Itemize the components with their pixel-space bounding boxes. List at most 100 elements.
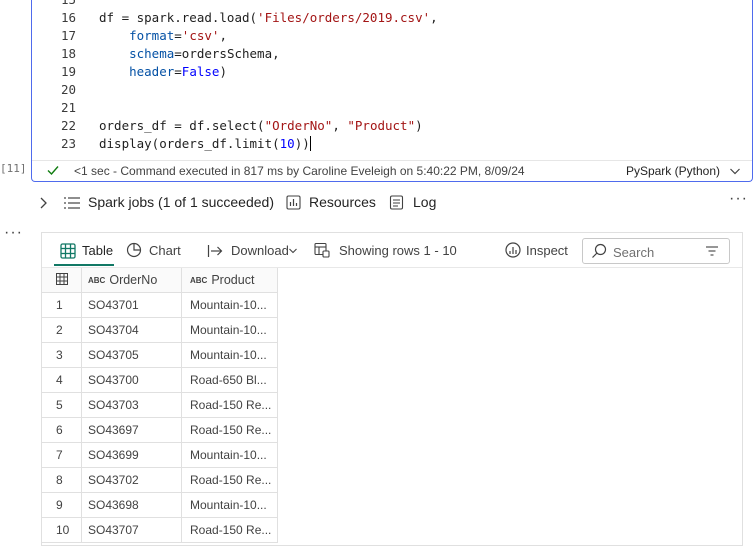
row-number-cell: 7 bbox=[42, 443, 82, 468]
code-text[interactable]: display(orders_df.limit(10)) bbox=[99, 135, 311, 153]
string-type-icon: ABC bbox=[190, 276, 208, 285]
active-tab-indicator bbox=[54, 264, 114, 266]
row-number-cell: 3 bbox=[42, 343, 82, 368]
line-number: 21 bbox=[60, 100, 76, 115]
table-row[interactable]: 3 SO43705 Mountain-10... bbox=[42, 343, 278, 368]
code-line[interactable]: 18 schema=ordersSchema, bbox=[32, 45, 752, 63]
column-header-orderno[interactable]: ABC OrderNo bbox=[82, 268, 182, 293]
filter-icon[interactable] bbox=[705, 244, 719, 258]
product-cell[interactable]: Mountain-10... bbox=[182, 493, 278, 518]
code-line[interactable]: 19 header=False) bbox=[32, 63, 752, 81]
code-line[interactable]: 21 bbox=[32, 99, 752, 117]
search-input[interactable]: Search bbox=[582, 238, 730, 264]
orderno-cell[interactable]: SO43707 bbox=[82, 518, 182, 543]
orderno-cell[interactable]: SO43705 bbox=[82, 343, 182, 368]
table-row[interactable]: 10 SO43707 Road-150 Re... bbox=[42, 518, 278, 543]
row-number-cell: 10 bbox=[42, 518, 82, 543]
code-text[interactable]: header=False) bbox=[99, 63, 227, 81]
orderno-cell[interactable]: SO43698 bbox=[82, 493, 182, 518]
orderno-cell[interactable]: SO43701 bbox=[82, 293, 182, 318]
line-number: 15 bbox=[56, 0, 76, 9]
code-text[interactable]: schema=ordersSchema, bbox=[99, 45, 280, 63]
inspect-button[interactable]: Inspect bbox=[526, 243, 568, 258]
tab-table[interactable]: Table bbox=[82, 243, 113, 258]
select-all-cell[interactable] bbox=[42, 268, 82, 293]
row-number-cell: 1 bbox=[42, 293, 82, 318]
table-row[interactable]: 4 SO43700 Road-650 Bl... bbox=[42, 368, 278, 393]
rows-icon bbox=[314, 242, 330, 258]
table-row[interactable]: 7 SO43699 Mountain-10... bbox=[42, 443, 278, 468]
spark-jobs-toggle[interactable]: Spark jobs (1 of 1 succeeded) bbox=[88, 194, 274, 210]
product-cell[interactable]: Road-650 Bl... bbox=[182, 368, 278, 393]
row-number-cell: 6 bbox=[42, 418, 82, 443]
cell-status-bar: <1 sec - Command executed in 817 ms by C… bbox=[32, 160, 752, 181]
inspect-icon bbox=[505, 242, 521, 258]
code-line[interactable]: 22 orders_df = df.select("OrderNo", "Prod… bbox=[32, 117, 752, 135]
orderno-cell[interactable]: SO43700 bbox=[82, 368, 182, 393]
table-row[interactable]: 1 SO43701 Mountain-10... bbox=[42, 293, 278, 318]
code-line[interactable]: 23 display(orders_df.limit(10)) bbox=[32, 135, 752, 153]
table-row[interactable]: 5 SO43703 Road-150 Re... bbox=[42, 393, 278, 418]
code-line[interactable]: 16 df = spark.read.load('Files/orders/201… bbox=[32, 9, 752, 27]
tab-chart[interactable]: Chart bbox=[149, 243, 181, 258]
search-icon bbox=[592, 243, 607, 258]
orderno-cell[interactable]: SO43702 bbox=[82, 468, 182, 493]
product-cell[interactable]: Road-150 Re... bbox=[182, 468, 278, 493]
table-row[interactable]: 8 SO43702 Road-150 Re... bbox=[42, 468, 278, 493]
product-cell[interactable]: Road-150 Re... bbox=[182, 418, 278, 443]
code-text[interactable]: format='csv', bbox=[99, 27, 227, 45]
chevron-right-icon[interactable] bbox=[37, 196, 49, 210]
orderno-cell[interactable]: SO43699 bbox=[82, 443, 182, 468]
table-header-row: ABC OrderNo ABC Product bbox=[42, 268, 278, 293]
check-icon bbox=[47, 166, 59, 176]
execution-count: [11] bbox=[0, 162, 27, 175]
more-icon[interactable]: ··· bbox=[4, 224, 23, 242]
table-row[interactable]: 9 SO43698 Mountain-10... bbox=[42, 493, 278, 518]
line-number: 20 bbox=[60, 82, 76, 97]
chart-bar-icon bbox=[286, 195, 301, 210]
pie-chart-icon bbox=[126, 242, 142, 258]
execution-status-text: <1 sec - Command executed in 817 ms by C… bbox=[74, 164, 525, 178]
download-icon bbox=[207, 245, 223, 257]
product-cell[interactable]: Mountain-10... bbox=[182, 443, 278, 468]
orderno-cell[interactable]: SO43703 bbox=[82, 393, 182, 418]
line-number: 23 bbox=[60, 136, 76, 151]
language-selector-label[interactable]: PySpark (Python) bbox=[626, 164, 720, 178]
line-number: 17 bbox=[60, 28, 76, 43]
code-cell[interactable]: 1516 df = spark.read.load('Files/orders/2… bbox=[31, 0, 753, 182]
chevron-down-icon[interactable] bbox=[288, 246, 298, 256]
chevron-down-icon[interactable] bbox=[729, 165, 741, 177]
column-header-label: OrderNo bbox=[109, 273, 158, 287]
column-header-product[interactable]: ABC Product bbox=[182, 268, 278, 293]
code-line[interactable]: 15 bbox=[32, 0, 752, 9]
product-cell[interactable]: Mountain-10... bbox=[182, 318, 278, 343]
row-number-cell: 2 bbox=[42, 318, 82, 343]
grid-icon bbox=[55, 273, 68, 285]
code-text[interactable]: df = spark.read.load('Files/orders/2019.… bbox=[99, 9, 438, 27]
product-cell[interactable]: Mountain-10... bbox=[182, 293, 278, 318]
row-number-cell: 5 bbox=[42, 393, 82, 418]
code-line[interactable]: 20 bbox=[32, 81, 752, 99]
column-header-label: Product bbox=[211, 273, 255, 287]
product-cell[interactable]: Mountain-10... bbox=[182, 343, 278, 368]
code-text[interactable]: orders_df = df.select("OrderNo", "Produc… bbox=[99, 117, 423, 135]
table-icon bbox=[60, 243, 76, 259]
code-line[interactable]: 17 format='csv', bbox=[32, 27, 752, 45]
line-number: 22 bbox=[60, 118, 76, 133]
resources-button[interactable]: Resources bbox=[309, 194, 376, 210]
more-icon[interactable]: ··· bbox=[729, 190, 748, 208]
line-number: 19 bbox=[60, 64, 76, 79]
list-icon bbox=[64, 197, 80, 209]
log-button[interactable]: Log bbox=[413, 194, 436, 210]
product-cell[interactable]: Road-150 Re... bbox=[182, 518, 278, 543]
table-row[interactable]: 6 SO43697 Road-150 Re... bbox=[42, 418, 278, 443]
orderno-cell[interactable]: SO43697 bbox=[82, 418, 182, 443]
download-button[interactable]: Download bbox=[231, 243, 289, 258]
showing-rows-label: Showing rows 1 - 10 bbox=[339, 243, 457, 258]
document-icon bbox=[389, 195, 404, 210]
orderno-cell[interactable]: SO43704 bbox=[82, 318, 182, 343]
spark-jobs-bar: Spark jobs (1 of 1 succeeded) Resources … bbox=[0, 190, 755, 216]
table-row[interactable]: 2 SO43704 Mountain-10... bbox=[42, 318, 278, 343]
product-cell[interactable]: Road-150 Re... bbox=[182, 393, 278, 418]
search-placeholder: Search bbox=[613, 245, 655, 260]
